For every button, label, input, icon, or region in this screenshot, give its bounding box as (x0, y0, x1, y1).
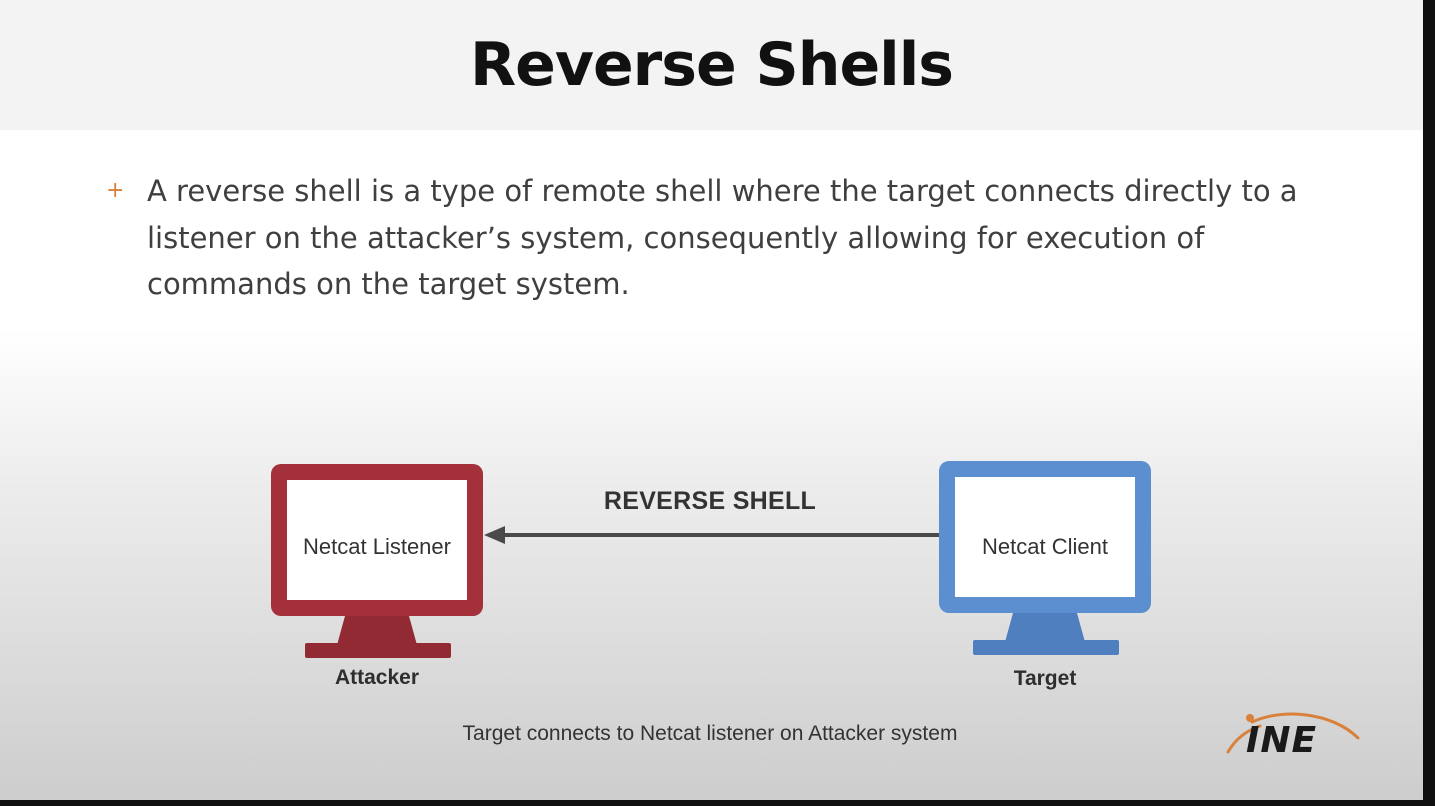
arrow-label: REVERSE SHELL (603, 487, 817, 515)
target-caption: Target (1013, 667, 1077, 690)
ine-logo-icon: INE (1226, 712, 1360, 760)
reverse-shell-diagram: Netcat Listener Netcat Client Attacker T… (0, 0, 1423, 800)
diagram-graphics (271, 461, 1151, 658)
window-edge-right (1423, 0, 1435, 806)
attacker-caption: Attacker (334, 666, 420, 689)
attacker-monitor-icon (271, 464, 483, 658)
slide: Reverse Shells + A reverse shell is a ty… (0, 0, 1423, 800)
window-edge-bottom (0, 800, 1435, 806)
reverse-shell-arrow-icon (484, 526, 939, 544)
attacker-screen-label: Netcat Listener (303, 534, 451, 559)
target-screen-label: Netcat Client (982, 534, 1108, 559)
svg-text:INE: INE (1246, 720, 1317, 760)
diagram-caption: Target connects to Netcat listener on At… (462, 722, 958, 745)
